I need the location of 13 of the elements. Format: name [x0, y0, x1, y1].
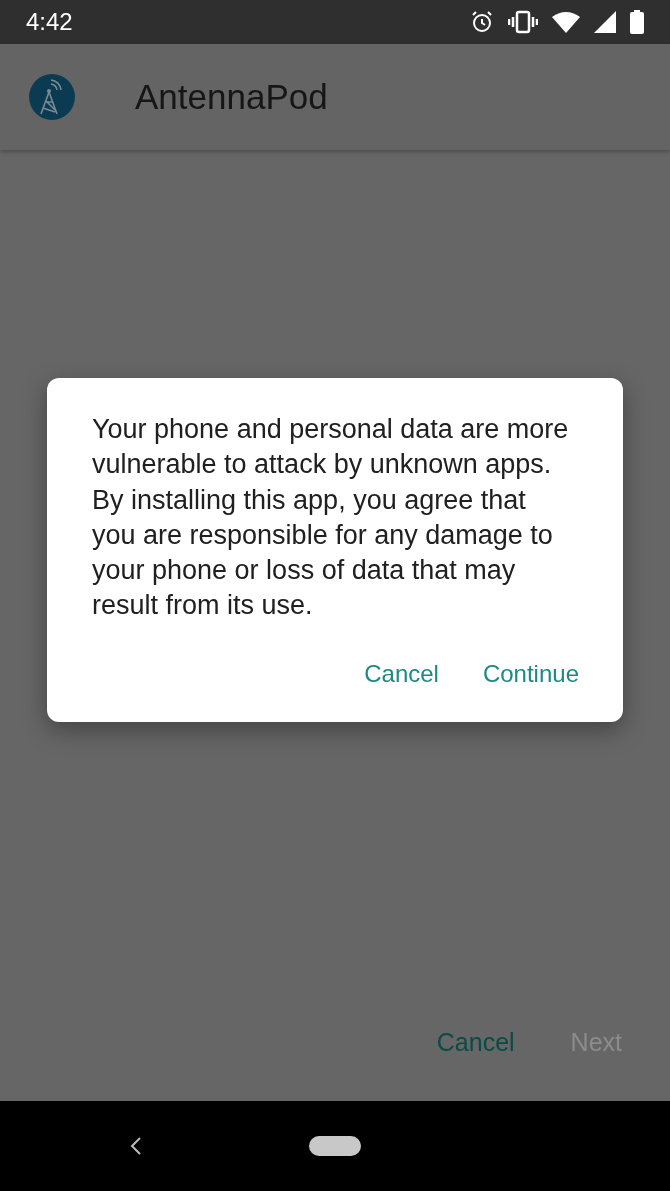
dialog-button[interactable]: Cancel	[364, 659, 439, 688]
dialog-message: Your phone and personal data are more vulnerable to attack by unknown apps. By installing this app, you agree that you are responsible for any damage to your phone or loss of data that may result from its use.	[92, 413, 570, 623]
status-time: 4:42	[26, 8, 73, 36]
wifi-icon	[552, 11, 580, 33]
dialog-button[interactable]: Continue	[482, 659, 579, 688]
vibrate-icon	[508, 10, 538, 34]
back-icon[interactable]	[130, 1137, 142, 1155]
antenna-tower-logo-icon	[29, 74, 75, 120]
alarm-clock-icon	[470, 10, 494, 34]
signal-icon	[594, 11, 616, 33]
home-button[interactable]	[309, 1136, 361, 1156]
app-title: AntennaPod	[135, 77, 328, 117]
battery-icon	[630, 10, 644, 34]
